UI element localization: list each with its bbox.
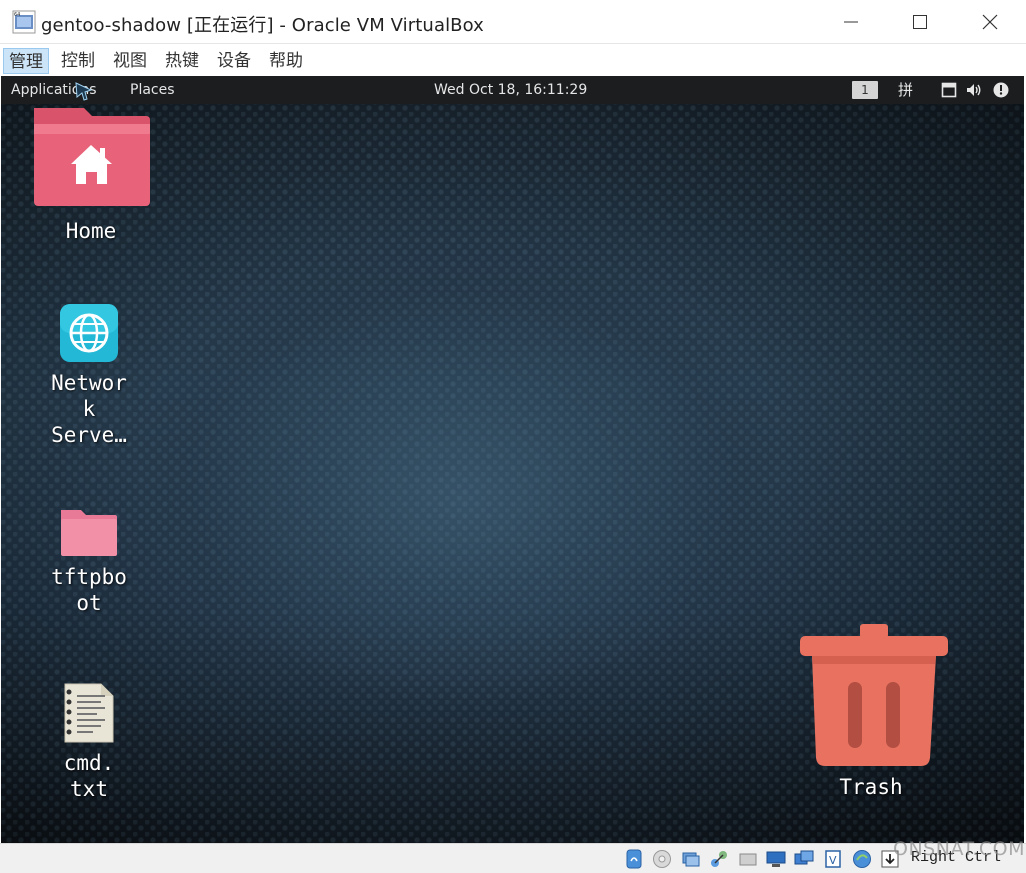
desktop-icon-cmd-txt[interactable]: cmd. txt — [39, 682, 139, 802]
svg-text:V: V — [829, 854, 837, 867]
window-titlebar: 64 gentoo-shadow [正在运行] - Oracle VM Virt… — [0, 0, 1026, 44]
panel-clock[interactable]: Wed Oct 18, 16:11:29 — [434, 76, 587, 104]
places-menu[interactable]: Places — [130, 76, 175, 104]
menu-control[interactable]: 控制 — [56, 48, 100, 74]
icon-label: Networ k Serve… — [39, 370, 139, 448]
icon-label: Trash — [789, 774, 953, 800]
display-icon[interactable] — [794, 849, 814, 869]
desktop-icon-trash[interactable]: Trash — [789, 622, 953, 800]
virtualbox-vm-icon[interactable]: 64 — [12, 10, 36, 34]
optical-drive-icon[interactable] — [652, 849, 672, 869]
close-button[interactable] — [967, 0, 1013, 44]
input-method-indicator[interactable]: 拼 — [898, 76, 913, 104]
shared-folders-icon[interactable] — [766, 849, 786, 869]
text-file-icon — [61, 682, 117, 744]
hard-disk-icon[interactable] — [624, 849, 644, 869]
vbox-statusbar: V Right Ctrl — [0, 843, 1026, 873]
trash-icon — [794, 622, 948, 768]
menu-devices[interactable]: 设备 — [212, 48, 256, 74]
network-globe-icon — [58, 302, 120, 364]
gnome-top-panel: Applications Places Wed Oct 18, 16:11:29… — [1, 76, 1024, 104]
folder-icon — [59, 506, 119, 558]
power-icon[interactable] — [993, 82, 1009, 98]
watermark-text: ONSNAT.COM — [893, 838, 1025, 860]
home-folder-icon — [28, 104, 154, 212]
window-list-icon[interactable] — [941, 82, 957, 98]
close-icon — [982, 14, 998, 30]
menu-help[interactable]: 帮助 — [264, 48, 308, 74]
maximize-icon — [913, 15, 927, 29]
window-title: gentoo-shadow [正在运行] - Oracle VM Virtual… — [41, 11, 484, 37]
menu-view[interactable]: 视图 — [108, 48, 152, 74]
mouse-pointer-icon — [73, 80, 95, 102]
volume-icon[interactable] — [966, 82, 982, 98]
minimize-button[interactable] — [828, 0, 874, 44]
menu-hotkeys[interactable]: 热键 — [160, 48, 204, 74]
maximize-button[interactable] — [897, 0, 943, 44]
vbox-menubar: 管理 控制 视图 热键 设备 帮助 — [0, 44, 1026, 76]
cpu-icon[interactable] — [852, 849, 872, 869]
icon-label: tftpbo ot — [39, 564, 139, 616]
icon-label: Home — [21, 218, 161, 244]
icon-label: cmd. txt — [39, 750, 139, 802]
desktop-icon-home[interactable]: Home — [21, 104, 161, 244]
menu-manage[interactable]: 管理 — [3, 48, 49, 74]
video-capture-icon[interactable]: V — [823, 849, 843, 869]
usb-icon[interactable] — [738, 849, 758, 869]
workspace-switcher[interactable]: 1 — [852, 81, 878, 99]
audio-icon[interactable] — [681, 849, 701, 869]
desktop-icon-network-servers[interactable]: Networ k Serve… — [39, 302, 139, 448]
minimize-icon — [844, 15, 858, 29]
desktop-icon-tftpboot[interactable]: tftpbo ot — [39, 506, 139, 616]
guest-screen[interactable]: Applications Places Wed Oct 18, 16:11:29… — [1, 76, 1024, 843]
svg-text:64: 64 — [14, 12, 20, 18]
network-icon[interactable] — [709, 849, 729, 869]
